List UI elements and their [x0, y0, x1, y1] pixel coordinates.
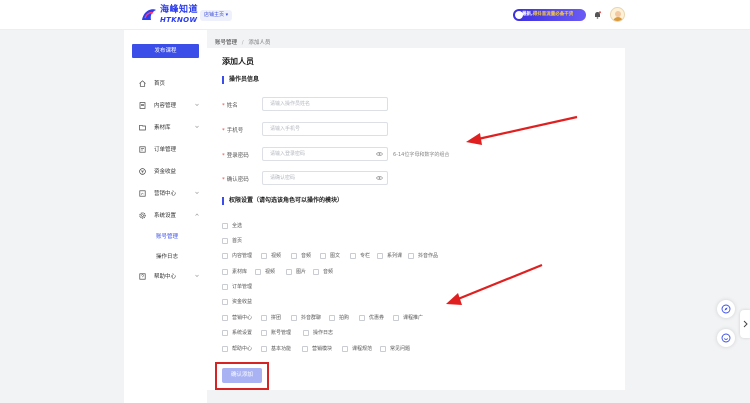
password-input[interactable]: 请输入登录密码: [262, 147, 388, 161]
checkbox-content-series[interactable]: 系列课: [377, 252, 402, 260]
sidebar-item-help[interactable]: 帮助中心: [124, 270, 207, 284]
checkbox-content[interactable]: 内容管理: [222, 252, 252, 260]
play-icon: [515, 11, 523, 19]
password-label: * 登录密码: [222, 153, 249, 159]
bell-icon[interactable]: [594, 11, 601, 19]
phone-label: * 手机号: [222, 128, 244, 134]
checkbox-materials-audio[interactable]: 音频: [313, 268, 333, 276]
shop-home-button[interactable]: 店铺主页 ▾: [200, 10, 233, 21]
checkbox-materials-video[interactable]: 视频: [255, 268, 275, 276]
sidebar-item-materials[interactable]: 素材库: [124, 121, 207, 135]
order-icon: [139, 146, 146, 153]
page-title: 添加人员: [222, 57, 254, 66]
checkbox-marketing-auction[interactable]: 拍购: [329, 314, 349, 322]
chat-icon: [721, 333, 731, 343]
chevron-down-icon: [195, 274, 199, 278]
publish-course-button[interactable]: 发布课程: [132, 44, 199, 58]
sidebar-item-orders[interactable]: 订单管理: [124, 143, 207, 157]
coin-icon: [139, 168, 146, 175]
eye-icon[interactable]: [376, 151, 383, 157]
side-panel-toggle[interactable]: [740, 310, 750, 338]
chevron-down-icon: [195, 103, 199, 107]
sidebar-item-marketing[interactable]: 营销中心: [124, 187, 207, 201]
chevron-down-icon: [195, 125, 199, 129]
phone-input[interactable]: 请输入手机号: [262, 122, 388, 136]
checkbox-content-video[interactable]: 视频: [261, 252, 281, 260]
checkbox-marketing-promotion[interactable]: 课程推广: [393, 314, 423, 322]
checkbox-content-douyin[interactable]: 抖音作品: [408, 252, 438, 260]
checkbox-select-all[interactable]: 全选: [222, 222, 242, 230]
sidebar-subitem-logs[interactable]: 操作日志: [156, 252, 178, 262]
checkbox-orders[interactable]: 订单管理: [222, 283, 252, 291]
document-icon: [139, 102, 146, 109]
checkbox-settings-accounts[interactable]: 账号管理: [261, 329, 291, 337]
breadcrumb-current: 添加人员: [248, 40, 271, 46]
eye-icon[interactable]: [376, 175, 383, 181]
name-label: * 姓名: [222, 103, 238, 109]
checkbox-help-basics[interactable]: 基本功能: [261, 345, 291, 353]
floating-chat-button[interactable]: [717, 329, 735, 347]
checkbox-settings-logs[interactable]: 操作日志: [303, 329, 333, 337]
checkbox-materials[interactable]: 素材库: [222, 268, 247, 276]
gear-icon: [139, 212, 146, 219]
checkbox-help[interactable]: 帮助中心: [222, 345, 252, 353]
sidebar-item-home[interactable]: 首页: [124, 77, 207, 91]
name-input[interactable]: 请输入操作员姓名: [262, 97, 388, 111]
checkbox-content-article[interactable]: 图文: [320, 252, 340, 260]
logo-subtitle: HTKNOW: [160, 16, 198, 24]
checkbox-help-faq[interactable]: 常见问题: [380, 345, 410, 353]
confirm-password-label: * 确认密码: [222, 177, 249, 183]
chevron-down-icon: [195, 191, 199, 195]
compass-icon: [721, 304, 731, 314]
checkbox-marketing-coupon[interactable]: 优惠券: [359, 314, 384, 322]
confirm-password-input[interactable]: 请确认密码: [262, 171, 388, 185]
checkbox-help-rules[interactable]: 课程规范: [342, 345, 372, 353]
checkbox-content-column[interactable]: 专栏: [350, 252, 370, 260]
operator-section-title: 操作员信息: [222, 76, 259, 84]
checkbox-home[interactable]: 首页: [222, 237, 242, 245]
checkbox-marketing-douyin-group[interactable]: 抖音群聊: [291, 314, 321, 322]
checkbox-marketing-groupbuy[interactable]: 拼团: [261, 314, 281, 322]
sidebar-item-settings[interactable]: 系统设置: [124, 209, 207, 223]
annotation-highlight-box: [215, 362, 269, 390]
checkbox-materials-image[interactable]: 图片: [286, 268, 306, 276]
home-icon: [139, 80, 146, 87]
chevron-up-icon: [195, 213, 199, 216]
checkbox-content-audio[interactable]: 音频: [291, 252, 311, 260]
folder-icon: [139, 124, 146, 131]
breadcrumb-parent[interactable]: 账号管理: [215, 40, 237, 46]
checkbox-marketing[interactable]: 营销中心: [222, 314, 252, 322]
top-bar: [0, 0, 750, 30]
logo-icon: [142, 9, 156, 20]
password-hint: 6-14位字母和数字的组合: [393, 152, 450, 158]
avatar[interactable]: [610, 7, 625, 22]
breadcrumb: 账号管理 / 添加人员: [215, 40, 271, 46]
help-icon: [139, 273, 146, 280]
logo-text: 海峰知道: [160, 5, 199, 15]
marketing-icon: [139, 190, 146, 197]
sidebar-item-funds[interactable]: 资金收益: [124, 165, 207, 179]
floating-compass-button[interactable]: [717, 300, 735, 318]
checkbox-help-marketing[interactable]: 营销模块: [302, 345, 332, 353]
permission-section-title: 权限设置（请勾选该角色可以操作的模块）: [222, 197, 343, 205]
checkbox-funds[interactable]: 资金收益: [222, 298, 252, 306]
sidebar-subitem-accounts[interactable]: 账号管理: [156, 232, 178, 242]
promo-banner[interactable]: 最新,得抖音流量必备干货: [513, 9, 586, 21]
chevron-right-icon: [743, 320, 748, 328]
checkbox-settings[interactable]: 系统设置: [222, 329, 252, 337]
sidebar-item-content[interactable]: 内容管理: [124, 99, 207, 113]
